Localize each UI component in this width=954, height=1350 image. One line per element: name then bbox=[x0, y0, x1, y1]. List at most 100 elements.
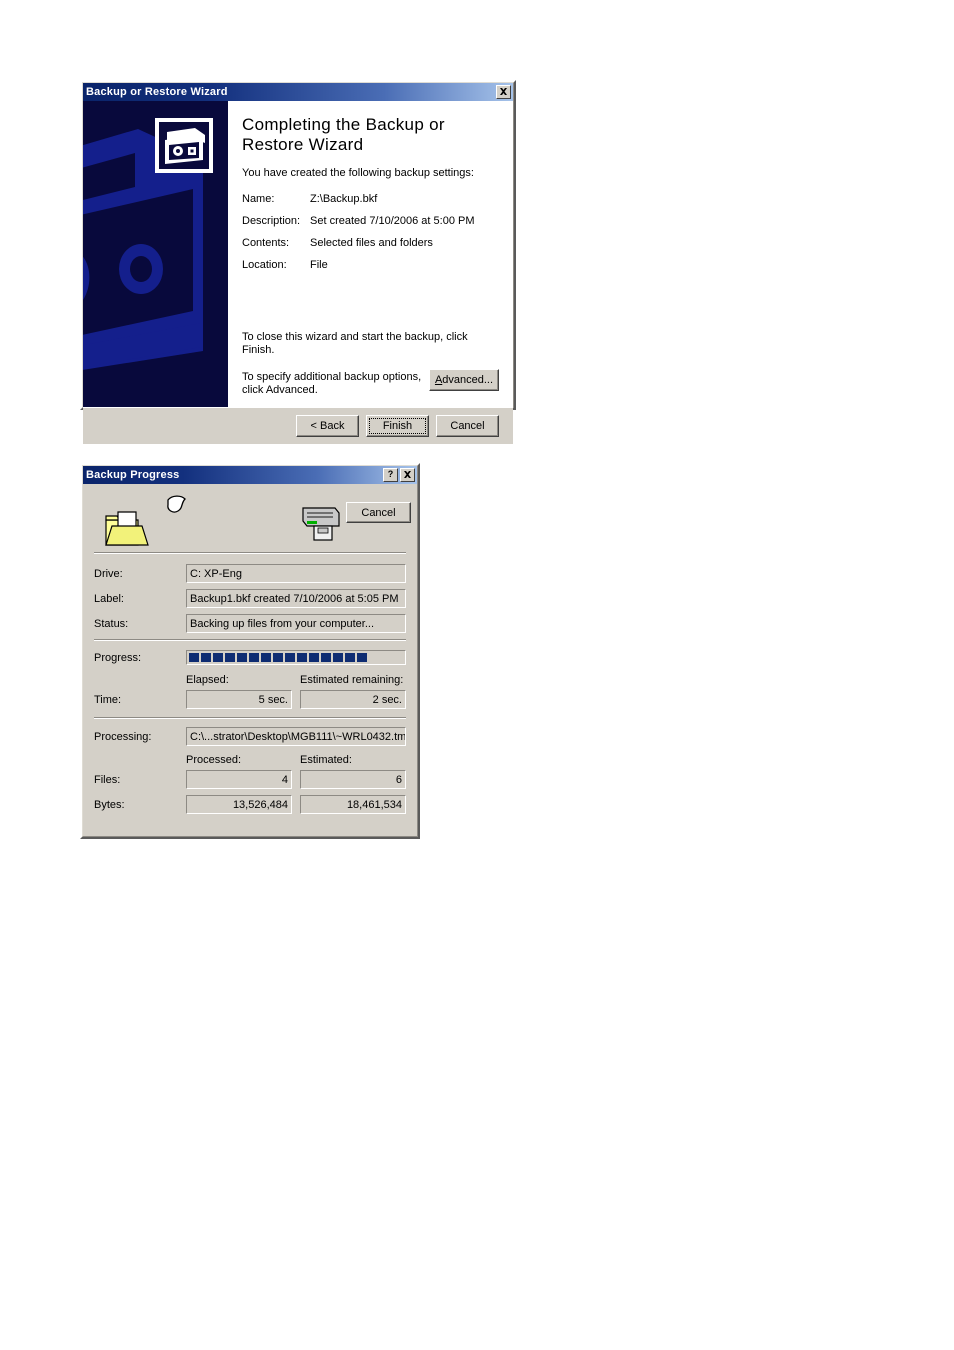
progress-block bbox=[189, 653, 199, 662]
settings-row: Contents: Selected files and folders bbox=[242, 237, 497, 249]
drive-value-field: C: XP-Eng bbox=[186, 564, 406, 583]
settings-row: Description: Set created 7/10/2006 at 5:… bbox=[242, 215, 497, 227]
wizard-heading-line1: Completing the Backup or bbox=[242, 115, 445, 134]
progress-block bbox=[225, 653, 235, 662]
estimated-header: Estimated: bbox=[300, 754, 352, 766]
settings-value: Set created 7/10/2006 at 5:00 PM bbox=[310, 215, 475, 227]
label-label: Label: bbox=[94, 592, 124, 605]
settings-key: Description: bbox=[242, 215, 301, 227]
backup-settings-list: Name: Z:\Backup.bkf Description: Set cre… bbox=[242, 193, 497, 271]
finish-button[interactable]: Finish bbox=[366, 415, 429, 437]
bytes-processed-field: 13,526,484 bbox=[186, 795, 292, 814]
progress-block bbox=[273, 653, 283, 662]
progress-title-bar[interactable]: Backup Progress ? bbox=[83, 466, 417, 484]
back-button-label: < Back bbox=[310, 420, 345, 432]
files-processed-field: 4 bbox=[186, 770, 292, 789]
label-row: Label: Backup1.bkf created 7/10/2006 at … bbox=[94, 589, 406, 608]
time-label: Time: bbox=[94, 693, 122, 706]
settings-key: Name: bbox=[242, 193, 275, 205]
backup-progress-dialog: Backup Progress ? Cancel Drive: C: XP-En… bbox=[80, 463, 420, 839]
progress-block bbox=[249, 653, 259, 662]
wizard-title-text: Backup or Restore Wizard bbox=[86, 85, 228, 98]
cancel-button[interactable]: Cancel bbox=[436, 415, 499, 437]
progress-block bbox=[309, 653, 319, 662]
close-button[interactable] bbox=[400, 468, 415, 482]
progress-bar bbox=[186, 650, 406, 665]
backup-restore-wizard-dialog: Backup or Restore Wizard Completing the … bbox=[80, 80, 516, 444]
open-folder-icon bbox=[105, 511, 149, 546]
status-value-field: Backing up files from your computer... bbox=[186, 614, 406, 633]
progress-block bbox=[321, 653, 331, 662]
drive-row: Drive: C: XP-Eng bbox=[94, 564, 406, 583]
files-estimated-field: 6 bbox=[300, 770, 406, 789]
bytes-estimated-field: 18,461,534 bbox=[300, 795, 406, 814]
wizard-body: Completing the Backup or Restore Wizard … bbox=[83, 101, 513, 407]
flying-paper-icon bbox=[167, 495, 186, 513]
progress-frame: Backup Progress ? Cancel Drive: C: XP-En… bbox=[82, 465, 418, 837]
advanced-note: To specify additional backup options, cl… bbox=[242, 371, 421, 397]
progress-block bbox=[333, 653, 343, 662]
progress-block bbox=[297, 653, 307, 662]
time-headers-row: Elapsed: Estimated remaining: bbox=[94, 674, 406, 688]
files-label: Files: bbox=[94, 773, 121, 786]
settings-value: Selected files and folders bbox=[310, 237, 433, 249]
progress-label: Progress: bbox=[94, 651, 142, 664]
settings-key: Contents: bbox=[242, 237, 290, 249]
progress-block bbox=[201, 653, 211, 662]
counts-headers-row: Processed: Estimated: bbox=[94, 754, 406, 768]
wizard-heading: Completing the Backup or Restore Wizard bbox=[242, 115, 497, 155]
processing-label: Processing: bbox=[94, 730, 152, 743]
progress-block bbox=[357, 653, 367, 662]
advanced-row: To specify additional backup options, cl… bbox=[242, 369, 499, 397]
finish-button-label: Finish bbox=[382, 420, 413, 432]
progress-block bbox=[261, 653, 271, 662]
advanced-note-line2: click Advanced. bbox=[242, 384, 318, 396]
processing-row: Processing: C:\...strator\Desktop\MGB111… bbox=[94, 727, 406, 746]
wizard-footer-notes: To close this wizard and start the backu… bbox=[242, 331, 499, 397]
drive-label: Drive: bbox=[94, 567, 123, 580]
remaining-header: Estimated remaining: bbox=[300, 674, 404, 686]
progress-cancel-button[interactable]: Cancel bbox=[346, 502, 411, 523]
cancel-button-label: Cancel bbox=[450, 420, 485, 432]
elapsed-header: Elapsed: bbox=[186, 674, 229, 686]
transfer-animation-row: Cancel bbox=[94, 492, 411, 550]
advanced-button-label-rest: dvanced... bbox=[442, 374, 494, 386]
progress-block bbox=[345, 653, 355, 662]
files-row: Files: 4 6 bbox=[94, 770, 406, 789]
processed-header: Processed: bbox=[186, 754, 242, 766]
separator-top bbox=[94, 552, 406, 554]
tape-cartridge-icon bbox=[155, 118, 213, 173]
wizard-subtitle: You have created the following backup se… bbox=[242, 167, 474, 179]
help-icon: ? bbox=[387, 469, 394, 479]
label-value-field: Backup1.bkf created 7/10/2006 at 5:05 PM bbox=[186, 589, 406, 608]
wizard-title-bar[interactable]: Backup or Restore Wizard bbox=[83, 83, 513, 101]
back-button[interactable]: < Back bbox=[296, 415, 359, 437]
progress-bar-row: Progress: bbox=[94, 649, 406, 666]
status-label: Status: bbox=[94, 617, 129, 630]
progress-block bbox=[285, 653, 295, 662]
wizard-button-bar: < Back Finish Cancel bbox=[83, 407, 513, 444]
elapsed-value-field: 5 sec. bbox=[186, 690, 292, 709]
remaining-value-field: 2 sec. bbox=[300, 690, 406, 709]
settings-key: Location: bbox=[242, 259, 287, 271]
progress-title-text: Backup Progress bbox=[86, 468, 180, 481]
progress-body: Cancel Drive: C: XP-Eng Label: Backup1.b… bbox=[83, 484, 417, 836]
progress-block bbox=[213, 653, 223, 662]
separator-middle bbox=[94, 639, 406, 641]
wizard-content: Completing the Backup or Restore Wizard … bbox=[228, 101, 513, 407]
time-row: Time: 5 sec. 2 sec. bbox=[94, 690, 406, 709]
status-row: Status: Backing up files from your compu… bbox=[94, 614, 406, 633]
settings-row: Location: File bbox=[242, 259, 497, 271]
tape-drive-icon bbox=[302, 507, 340, 541]
wizard-heading-line2: Restore Wizard bbox=[242, 135, 364, 154]
finish-note: To close this wizard and start the backu… bbox=[242, 331, 468, 356]
bytes-row: Bytes: 13,526,484 18,461,534 bbox=[94, 795, 406, 814]
advanced-button[interactable]: Advanced... bbox=[429, 369, 499, 391]
close-button[interactable] bbox=[496, 85, 511, 99]
settings-value: Z:\Backup.bkf bbox=[310, 193, 378, 205]
help-button[interactable]: ? bbox=[383, 468, 398, 482]
settings-value: File bbox=[310, 259, 328, 271]
close-icon bbox=[404, 471, 411, 478]
close-icon bbox=[500, 88, 507, 95]
separator-bottom bbox=[94, 717, 406, 719]
